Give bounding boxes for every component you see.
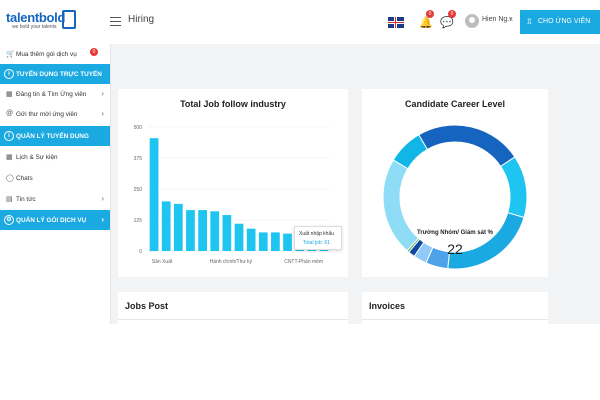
logo-mark-icon	[62, 10, 76, 29]
sidebar: 🛒 Mua thêm gói dịch vụ 0 i TUYỂN DỤNG TR…	[0, 44, 111, 324]
for-candidates-button[interactable]: ⇫ CHO ỨNG VIÊN	[520, 10, 600, 34]
chat-bubble-icon: ◯	[6, 175, 14, 182]
sidebar-section-recruitment-management[interactable]: i QUẢN LÝ TUYỂN DỤNG	[0, 126, 110, 146]
chevron-right-icon: ›	[101, 194, 104, 203]
x-tick-label: Sản Xuất	[152, 259, 173, 265]
sidebar-section-online-recruitment[interactable]: i TUYỂN DỤNG TRỰC TUYẾN	[0, 64, 110, 84]
sidebar-item-calendar[interactable]: ▦ Lịch & Sự kiện	[0, 147, 110, 167]
tooltip-value: Total job: 61	[303, 240, 330, 246]
jobs-post-card: Jobs Post	[118, 292, 348, 324]
sidebar-item-invite[interactable]: @ Gửi thư mời ứng viên ›	[0, 104, 110, 124]
sidebar-item-label: Chats	[16, 175, 33, 182]
grid-icon: ▦	[6, 91, 13, 98]
career-level-card: Candidate Career Level Trưởng Nhóm/ Giám…	[362, 89, 548, 277]
bar	[210, 211, 220, 251]
donut-slice	[382, 159, 420, 252]
page-title: Hiring	[128, 14, 155, 25]
invoices-title: Invoices	[369, 301, 406, 311]
bar	[149, 138, 159, 251]
bar	[283, 233, 292, 251]
notification-badge: 0	[426, 10, 434, 18]
sidebar-item-label: Lịch & Sự kiện	[16, 154, 58, 161]
jobs-post-title: Jobs Post	[125, 301, 169, 311]
bar	[271, 232, 280, 251]
invoices-card: Invoices	[362, 292, 548, 324]
uk-flag-icon[interactable]	[388, 17, 404, 28]
logo-wordmark: talentbold	[6, 10, 66, 25]
donut-slice	[499, 156, 528, 219]
bar	[186, 210, 195, 251]
bar	[198, 210, 207, 251]
bar	[234, 223, 244, 251]
donut-center-value: 22	[447, 241, 463, 257]
card-divider	[118, 319, 348, 320]
y-tick-label: 0	[139, 249, 142, 255]
chevron-right-icon: ›	[101, 109, 104, 118]
bar	[258, 232, 268, 251]
y-tick-label: 500	[134, 125, 143, 131]
top-header: talentbold we bold your talents Hiring 🔔…	[0, 0, 600, 45]
sidebar-item-label: Đăng tin & Tìm Ứng viên	[16, 91, 87, 98]
sidebar-section-label: TUYỂN DỤNG TRỰC TUYẾN	[16, 71, 102, 78]
sidebar-section-label: QUẢN LÝ TUYỂN DỤNG	[16, 133, 89, 140]
industry-jobs-card: Total Job follow industry 0 125 250 375 500 S…	[118, 89, 348, 277]
info-icon: i	[4, 131, 14, 141]
y-tick-label: 250	[134, 187, 143, 193]
calendar-icon: ▦	[6, 154, 13, 161]
x-tick-label: CNTT-Phần mềm	[284, 259, 323, 265]
talentbold-logo[interactable]: talentbold we bold your talents	[6, 9, 76, 33]
cart-badge: 0	[90, 48, 98, 56]
y-tick-label: 375	[134, 156, 143, 162]
tooltip-category: Xuất nhập khẩu	[299, 231, 335, 237]
hamburger-menu-icon[interactable]	[110, 17, 121, 26]
message-badge: 0	[448, 10, 456, 18]
logo-tagline: we bold your talents	[12, 24, 57, 30]
bar	[222, 215, 232, 251]
y-tick-label: 125	[134, 218, 143, 224]
main-area: 🛒 Mua thêm gói dịch vụ 0 i TUYỂN DỤNG TR…	[0, 44, 600, 324]
chart-tooltip: Xuất nhập khẩu Total job: 61	[294, 226, 342, 250]
sidebar-section-label: QUẢN LÝ GÓI DỊCH VỤ	[16, 217, 87, 224]
sidebar-item-post-search[interactable]: ▦ Đăng tin & Tìm Ứng viên ›	[0, 84, 110, 104]
gear-icon: ⚙	[4, 215, 14, 225]
news-icon: ▤	[6, 196, 13, 203]
donut-slice	[418, 124, 516, 168]
avatar[interactable]	[465, 14, 479, 28]
info-icon: i	[4, 69, 14, 79]
x-tick-label: Hành chính/Thư ký	[210, 259, 253, 265]
upload-icon: ⇫	[526, 17, 533, 26]
bar	[173, 203, 183, 251]
sidebar-item-buy-package[interactable]: 🛒 Mua thêm gói dịch vụ 0	[0, 44, 110, 64]
card-divider	[362, 319, 548, 320]
cart-icon: 🛒	[6, 51, 15, 58]
donut-center-label: Trưởng Nhóm/ Giám sát %	[417, 230, 493, 236]
bar	[246, 228, 256, 251]
chevron-down-icon[interactable]: ▾	[509, 15, 513, 23]
at-icon: @	[6, 110, 14, 117]
cta-label: CHO ỨNG VIÊN	[538, 18, 591, 25]
sidebar-section-service-package[interactable]: ⚙ QUẢN LÝ GÓI DỊCH VỤ ›	[0, 210, 110, 230]
sidebar-item-news[interactable]: ▤ Tin tức ›	[0, 189, 110, 209]
sidebar-item-chats[interactable]: ◯ Chats	[0, 168, 110, 188]
chevron-right-icon: ›	[101, 89, 104, 98]
sidebar-item-label: Mua thêm gói dịch vụ	[16, 51, 77, 58]
chevron-right-icon: ›	[101, 215, 104, 224]
sidebar-item-label: Tin tức	[16, 196, 36, 203]
bar	[161, 201, 171, 251]
sidebar-item-label: Gửi thư mời ứng viên	[16, 111, 78, 118]
